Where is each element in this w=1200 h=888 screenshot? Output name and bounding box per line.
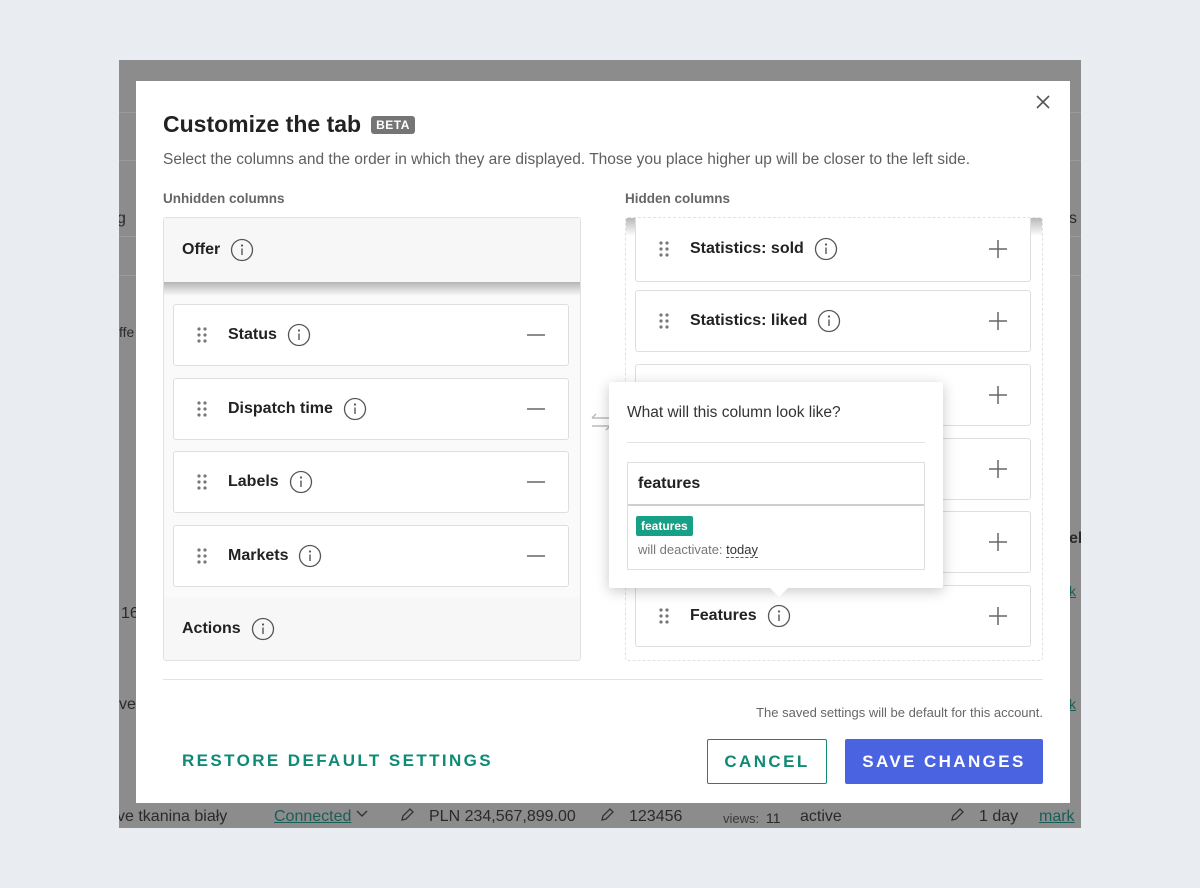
preview-badge: features (636, 516, 693, 536)
info-icon[interactable] (814, 237, 838, 261)
info-icon[interactable] (287, 323, 311, 347)
info-icon[interactable] (343, 397, 367, 421)
dialog-subtitle: Select the columns and the order in whic… (163, 151, 971, 168)
drag-handle-icon[interactable] (658, 240, 680, 258)
footer-divider (163, 679, 1043, 680)
hidden-columns-heading: Hidden columns (625, 191, 731, 206)
pencil-icon[interactable] (949, 807, 965, 828)
bg-fragment: k (1069, 583, 1076, 599)
bg-fragment: s (1069, 210, 1077, 227)
column-preview-popover: What will this column look like? feature… (609, 382, 943, 597)
default-settings-note: The saved settings will be default for t… (756, 705, 1043, 720)
bg-duration: 1 day (979, 808, 1019, 825)
unhidden-columns-list: Offer Status Dispatch time Labels Market… (163, 217, 581, 661)
preview-subtext: will deactivate: today (638, 542, 758, 558)
popover-divider (627, 442, 925, 443)
plus-icon[interactable] (988, 606, 1008, 626)
column-item-markets[interactable]: Markets (173, 525, 569, 587)
save-changes-button[interactable]: SAVE CHANGES (845, 739, 1043, 784)
preview-subtext-link: today (726, 542, 758, 558)
bg-fragment: g (119, 210, 126, 227)
drag-handle-icon[interactable] (196, 400, 218, 418)
info-icon[interactable] (289, 470, 313, 494)
column-label: Features (690, 607, 757, 624)
bg-views-label: views: (723, 811, 760, 826)
dialog-title: Customize the tab BETA (163, 111, 415, 138)
minus-icon[interactable] (526, 325, 546, 345)
bg-state: active (800, 808, 842, 825)
bg-fragment: ffe (119, 324, 135, 340)
bg-status-link[interactable]: Connected (274, 808, 351, 826)
customize-tab-dialog: Customize the tab BETA Select the column… (136, 81, 1070, 803)
drag-handle-icon[interactable] (196, 473, 218, 491)
close-button[interactable] (1030, 91, 1056, 117)
column-item-statistics-sold[interactable]: Statistics: sold (635, 218, 1031, 282)
plus-icon[interactable] (988, 385, 1008, 405)
column-label: Status (228, 326, 277, 343)
plus-icon[interactable] (988, 532, 1008, 552)
info-icon[interactable] (230, 238, 254, 262)
unhidden-columns-heading: Unhidden columns (163, 191, 285, 206)
column-label: Dispatch time (228, 400, 333, 417)
beta-badge: BETA (371, 115, 415, 134)
column-item-labels[interactable]: Labels (173, 451, 569, 513)
bg-fragment: el (1069, 530, 1081, 547)
drag-handle-icon[interactable] (658, 312, 680, 330)
scroll-shadow (164, 282, 580, 296)
minus-icon[interactable] (526, 399, 546, 419)
column-label: Markets (228, 547, 289, 564)
bg-product-name: ve tkanina biały (119, 808, 228, 825)
preview-header: features (628, 463, 924, 506)
bg-id: 123456 (629, 808, 683, 825)
plus-icon[interactable] (988, 459, 1008, 479)
column-label: Offer (182, 241, 221, 258)
preview-subtext-prefix: will deactivate: (638, 542, 723, 557)
fixed-column-actions: Actions (164, 598, 580, 660)
bg-price: PLN 234,567,899.00 (429, 808, 576, 825)
column-item-features[interactable]: Features (635, 585, 1031, 647)
bg-views-value: 11 (766, 810, 781, 826)
column-item-status[interactable]: Status (173, 304, 569, 366)
bg-link[interactable]: mark (1039, 808, 1075, 826)
fixed-column-offer: Offer (164, 218, 580, 282)
pencil-icon[interactable] (399, 807, 415, 828)
drag-handle-icon[interactable] (196, 547, 218, 565)
drag-handle-icon[interactable] (196, 326, 218, 344)
column-label: Actions (182, 620, 241, 637)
chevron-down-icon (355, 806, 369, 825)
plus-icon[interactable] (988, 239, 1008, 259)
pencil-icon[interactable] (599, 807, 615, 828)
column-item-dispatch-time[interactable]: Dispatch time (173, 378, 569, 440)
bg-fragment: ve (119, 696, 136, 713)
info-icon[interactable] (817, 309, 841, 333)
minus-icon[interactable] (526, 546, 546, 566)
restore-defaults-button[interactable]: RESTORE DEFAULT SETTINGS (182, 751, 493, 771)
close-icon (1036, 94, 1050, 114)
column-preview: features features will deactivate: today (627, 462, 925, 570)
minus-icon[interactable] (526, 472, 546, 492)
column-label: Statistics: liked (690, 312, 808, 329)
bg-fragment: k (1069, 696, 1076, 712)
info-icon[interactable] (767, 604, 791, 628)
column-item-statistics-liked[interactable]: Statistics: liked (635, 290, 1031, 352)
plus-icon[interactable] (988, 311, 1008, 331)
info-icon[interactable] (298, 544, 322, 568)
cancel-button[interactable]: CANCEL (707, 739, 827, 784)
column-label: Statistics: sold (690, 239, 804, 257)
column-label: Labels (228, 473, 279, 490)
info-icon[interactable] (251, 617, 275, 641)
dialog-title-text: Customize the tab (163, 111, 362, 137)
popover-title: What will this column look like? (627, 404, 841, 421)
drag-handle-icon[interactable] (658, 607, 680, 625)
